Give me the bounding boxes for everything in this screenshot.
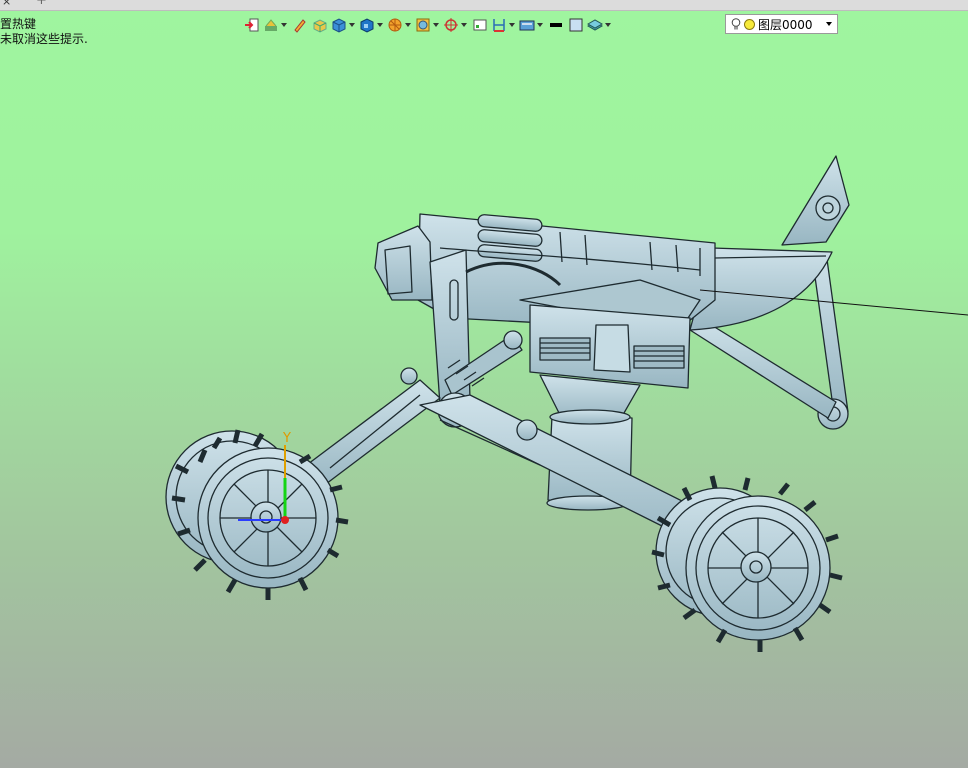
rear-wheel — [651, 475, 843, 652]
front-lever — [299, 379, 473, 491]
cad-model-view[interactable]: Y — [0, 0, 968, 768]
gearbox — [529, 304, 691, 389]
y-axis-label: Y — [282, 431, 291, 446]
